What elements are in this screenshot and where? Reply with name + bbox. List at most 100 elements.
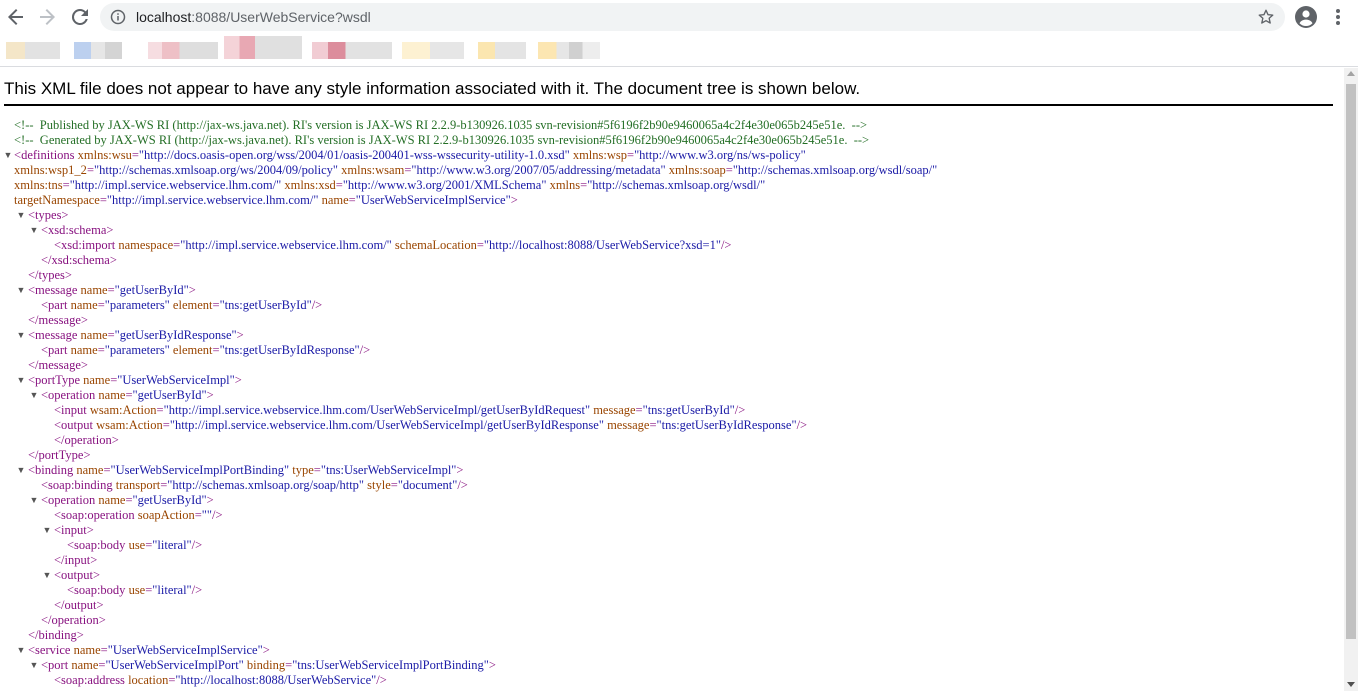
- scroll-down-arrow-icon[interactable]: [1347, 682, 1355, 687]
- bookmark-item[interactable]: [74, 42, 122, 59]
- xml-document-tree: <!-- Published by JAX-WS RI (http://jax-…: [0, 118, 1344, 688]
- attr-value: "http://impl.service.webservice.lhm.com/…: [163, 403, 591, 417]
- attr-name: name: [71, 658, 99, 672]
- collapse-toggle-icon[interactable]: ▼: [16, 643, 26, 658]
- comment-published: <!-- Published by JAX-WS RI (http://jax-…: [14, 118, 868, 132]
- tag-close-bracket: >: [206, 493, 214, 507]
- tag-name: <port: [41, 658, 69, 672]
- collapse-toggle-icon[interactable]: ▼: [16, 208, 26, 223]
- attr-name: xmlns:soap: [668, 163, 726, 177]
- service-open: ▼ <service name="UserWebServiceImplServic…: [16, 643, 270, 658]
- attr-value: "http://schemas.xmlsoap.org/soap/http": [167, 478, 365, 492]
- kebab-menu-icon[interactable]: [1328, 5, 1348, 29]
- attr-name: element: [172, 298, 213, 312]
- tag-close-bracket: >: [510, 193, 518, 207]
- attr-value: "getUserById": [114, 283, 189, 297]
- tag-name: </binding>: [28, 628, 84, 642]
- tag-name: </operation>: [41, 613, 106, 627]
- attr-value: "parameters": [104, 343, 170, 357]
- soap-body: <soap:body use="literal"/>: [67, 583, 203, 597]
- porttype-open: ▼ <portType name="UserWebServiceImpl">: [16, 373, 242, 388]
- attr-value: "tns:getUserById": [219, 298, 312, 312]
- operation-close: </operation>: [0, 613, 1344, 628]
- attr-value: "UserWebServiceImpl": [117, 373, 235, 387]
- attr-name: xmlns:wsu: [77, 148, 132, 162]
- collapse-toggle-icon[interactable]: ▼: [29, 223, 39, 238]
- attr-value: "http://impl.service.webservice.lhm.com/…: [180, 238, 392, 252]
- attr-value: "http://schemas.xmlsoap.org/wsdl/soap/": [732, 163, 938, 177]
- xsd-import: <xsd:import namespace="http://impl.servi…: [54, 238, 732, 252]
- scrollbar-thumb[interactable]: [1346, 84, 1356, 639]
- attr-value: "UserWebServiceImplService": [355, 193, 511, 207]
- scroll-up-arrow-icon[interactable]: [1347, 71, 1355, 76]
- tag-name: <types>: [28, 208, 69, 222]
- collapse-toggle-icon[interactable]: ▼: [16, 463, 26, 478]
- profile-avatar-icon[interactable]: [1294, 5, 1318, 29]
- back-button[interactable]: [4, 5, 28, 29]
- collapse-toggle-icon[interactable]: ▼: [42, 568, 52, 583]
- attr-value: "http://localhost:8088/UserWebService?xs…: [483, 238, 721, 252]
- collapse-toggle-icon[interactable]: ▼: [16, 373, 26, 388]
- vertical-scrollbar[interactable]: [1344, 68, 1358, 691]
- bookmark-item[interactable]: [224, 36, 302, 59]
- forward-button[interactable]: [35, 5, 59, 29]
- collapse-toggle-icon[interactable]: ▼: [16, 328, 26, 343]
- collapse-toggle-icon[interactable]: ▼: [16, 283, 26, 298]
- attr-name: wsam:Action: [89, 403, 157, 417]
- attr-value: "tns:UserWebServiceImplPortBinding": [292, 658, 489, 672]
- bookmark-item[interactable]: [6, 42, 60, 59]
- attr-name: use: [128, 538, 146, 552]
- message-open: ▼ <message name="getUserByIdResponse">: [16, 328, 244, 343]
- bookmark-item[interactable]: [538, 42, 600, 59]
- input-element: <input wsam:Action="http://impl.service.…: [54, 403, 746, 417]
- attr-name: xmlns:wsp1_2: [14, 163, 87, 177]
- collapse-toggle-icon[interactable]: ▼: [29, 493, 39, 508]
- bookmarks-bar: [0, 36, 1358, 67]
- attr-value: "getUserById": [132, 493, 207, 507]
- attr-name: xmlns:wsam: [341, 163, 405, 177]
- site-info-icon[interactable]: [110, 9, 126, 25]
- attr-value: "http://localhost:8088/UserWebService": [175, 673, 377, 687]
- attr-value: "getUserById": [132, 388, 207, 402]
- attr-value: "http://impl.service.webservice.lhm.com/…: [69, 178, 282, 192]
- message-close: </message>: [0, 358, 1344, 373]
- tag-self-close: />: [734, 403, 746, 417]
- attr-value: "UserWebServiceImplPortBinding": [110, 463, 290, 477]
- attr-name: name: [80, 328, 108, 342]
- attr-value: "tns:getUserByIdResponse": [656, 418, 797, 432]
- tag-name: <message: [28, 283, 78, 297]
- bookmark-item[interactable]: [312, 42, 392, 59]
- forward-arrow-icon: [40, 9, 55, 25]
- bookmark-star-icon[interactable]: [1257, 8, 1275, 26]
- part: <part name="parameters" element="tns:get…: [41, 343, 371, 357]
- url-text[interactable]: localhost:8088/UserWebService?wsdl: [136, 8, 371, 26]
- bookmark-item[interactable]: [402, 42, 464, 59]
- tag-self-close: />: [311, 298, 323, 312]
- address-bar[interactable]: localhost:8088/UserWebService?wsdl: [100, 3, 1285, 31]
- attr-value: "literal": [152, 583, 192, 597]
- attr-name: name: [76, 463, 104, 477]
- operation-open: ▼ <operation name="getUserById">: [29, 388, 214, 403]
- collapse-toggle-icon[interactable]: ▼: [29, 658, 39, 673]
- attr-name: name: [73, 643, 101, 657]
- tag-close-bracket: >: [488, 658, 496, 672]
- xml-viewer: This XML file does not appear to have an…: [0, 68, 1344, 691]
- collapse-toggle-icon[interactable]: ▼: [42, 523, 52, 538]
- output-close: </output>: [0, 598, 1344, 613]
- collapse-toggle-icon[interactable]: ▼: [29, 388, 39, 403]
- attr-name: schemaLocation: [394, 238, 477, 252]
- operation-close: </operation>: [0, 433, 1344, 448]
- tag-self-close: />: [376, 673, 387, 687]
- schema-close: </xsd:schema>: [0, 253, 1344, 268]
- reload-button[interactable]: [68, 5, 92, 29]
- bookmark-item[interactable]: [478, 42, 526, 59]
- bookmark-item[interactable]: [148, 42, 218, 59]
- message-close: </message>: [0, 313, 1344, 328]
- collapse-toggle-icon[interactable]: ▼: [3, 148, 13, 163]
- schema-open: ▼ <xsd:schema>: [0, 223, 1344, 238]
- soap-binding: <soap:binding transport="http://schemas.…: [41, 478, 468, 492]
- tag-name: </operation>: [54, 433, 119, 447]
- attr-name: type: [292, 463, 314, 477]
- attr-value: "": [201, 508, 212, 522]
- reload-icon: [71, 8, 88, 25]
